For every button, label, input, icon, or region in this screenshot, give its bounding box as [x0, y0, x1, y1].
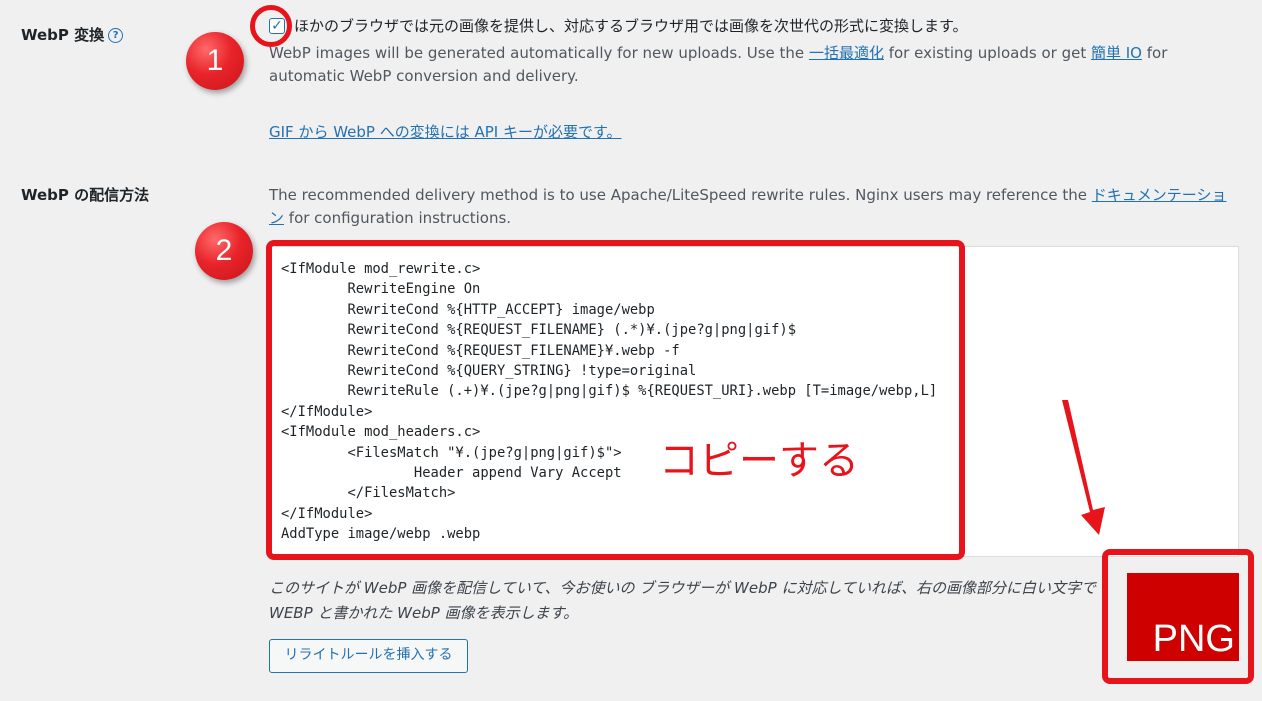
annotation-rect-code: [266, 240, 965, 560]
annotation-circle-checkbox: [250, 5, 292, 47]
annotation-badge-2: 2: [195, 222, 253, 280]
annotation-copy-label: コピーする: [659, 438, 859, 484]
gif-webp-api-key-link[interactable]: GIF から WebP への変換には API キーが必要です。: [269, 121, 622, 144]
webp-delivery-label: WebP の配信方法: [21, 186, 150, 204]
easy-io-link[interactable]: 簡単 IO: [1091, 44, 1142, 62]
webp-convert-description: WebP images will be generated automatica…: [269, 44, 1168, 85]
webp-convert-label: WebP 変換?: [21, 24, 124, 45]
annotation-arrow-icon: [1062, 400, 1105, 535]
insert-rewrite-rules-button[interactable]: リライトルールを挿入する: [269, 639, 468, 673]
question-circle-icon[interactable]: ?: [108, 28, 124, 43]
bulk-optimize-link[interactable]: 一括最適化: [809, 44, 884, 62]
webp-convert-checkbox-label[interactable]: ほかのブラウザでは元の画像を提供し、対応するブラウザ用では画像を次世代の形式に変…: [294, 15, 968, 38]
webp-delivery-description: The recommended delivery method is to us…: [269, 186, 1227, 227]
annotation-badge-1: 1: [186, 32, 244, 90]
webp-preview-note: このサイトが WebP 画像を配信していて、今お使いの ブラウザーが WebP …: [269, 579, 1096, 622]
annotation-rect-preview: [1102, 549, 1254, 684]
